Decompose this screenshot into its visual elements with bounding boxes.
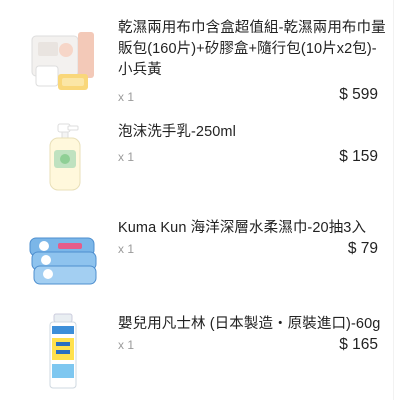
foam-soap-bottle-icon	[49, 123, 81, 191]
cart-item[interactable]: 泡沫洗手乳-250ml x 1 $ 159	[0, 104, 400, 200]
cart-item[interactable]: Kuma Kun 海洋深層水柔濕巾-20抽3入 x 1 $ 79	[0, 200, 400, 296]
quantity-label: x 1	[118, 90, 135, 104]
product-thumbnail[interactable]	[28, 122, 100, 194]
product-title[interactable]: Kuma Kun 海洋深層水柔濕巾-20抽3入	[118, 218, 386, 239]
wipes-box-set-icon	[31, 32, 94, 90]
cart-item[interactable]: 嬰兒用凡士林 (日本製造・原裝進口)-60g x 1 $ 165	[0, 296, 400, 400]
product-thumbnail[interactable]	[28, 28, 100, 100]
scroll-edge	[393, 0, 394, 400]
quantity-label: x 1	[118, 150, 135, 164]
product-title[interactable]: 嬰兒用凡士林 (日本製造・原裝進口)-60g	[118, 314, 386, 335]
product-thumbnail[interactable]	[28, 312, 100, 389]
product-title[interactable]: 泡沫洗手乳-250ml	[118, 122, 386, 143]
quantity-label: x 1	[118, 338, 135, 352]
product-thumbnail[interactable]	[28, 216, 100, 288]
product-title[interactable]: 乾濕兩用布巾含盒超值組-乾濕兩用布巾量販包(160片)+矽膠盒+隨行包(10片x…	[118, 18, 386, 81]
price-label: $ 599	[339, 86, 378, 103]
vaseline-tube-icon	[49, 313, 77, 389]
price-label: $ 165	[339, 336, 378, 353]
quantity-label: x 1	[118, 242, 135, 256]
price-label: $ 79	[347, 240, 378, 257]
wet-wipes-pack-icon	[29, 237, 97, 285]
price-label: $ 159	[339, 148, 378, 165]
cart-item[interactable]: 乾濕兩用布巾含盒超值組-乾濕兩用布巾量販包(160片)+矽膠盒+隨行包(10片x…	[0, 0, 400, 104]
